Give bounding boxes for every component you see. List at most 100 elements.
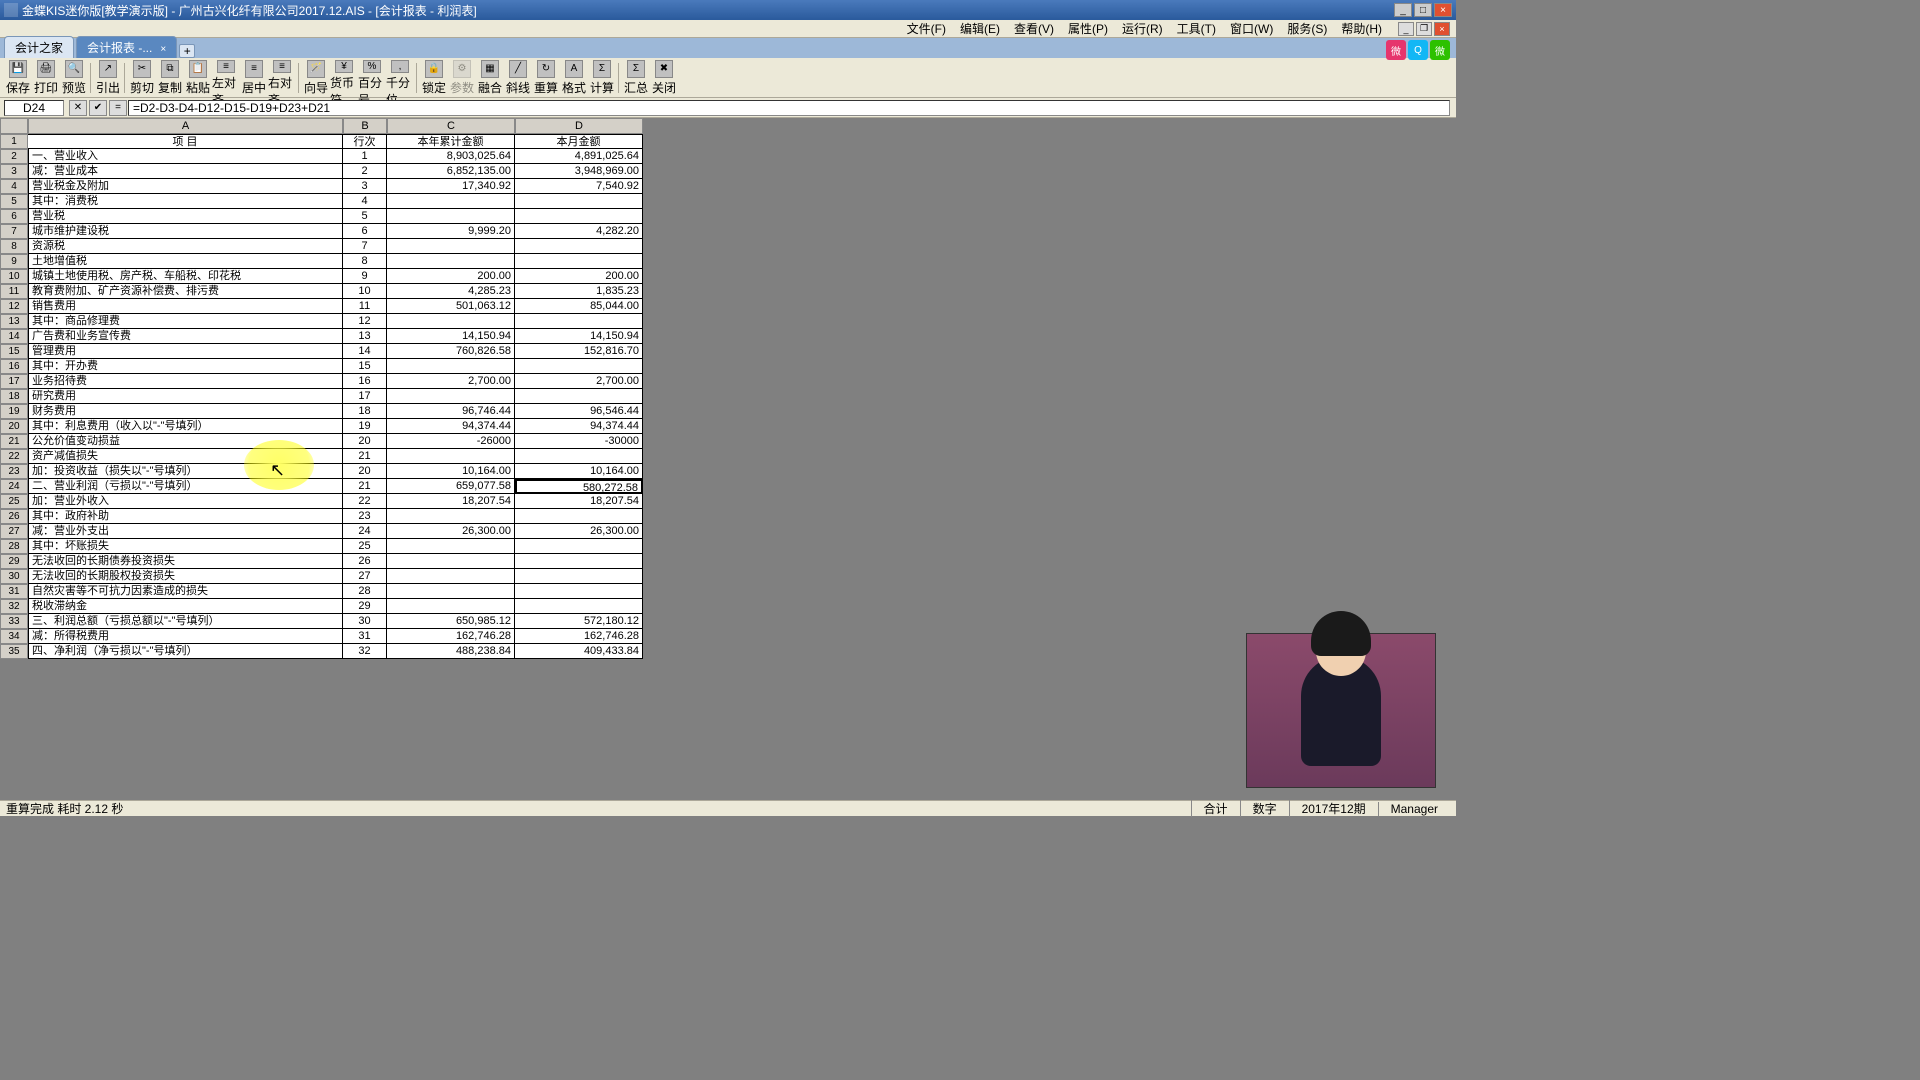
cell-mtd[interactable]: 3,948,969.00 [515, 164, 643, 179]
cell-line[interactable]: 1 [343, 149, 387, 164]
cell-item[interactable]: 广告费和业务宣传费 [28, 329, 343, 344]
copy-button[interactable]: ⧉复制 [156, 60, 184, 96]
header-item[interactable]: 项 目 [28, 134, 343, 149]
paste-button[interactable]: 📋粘贴 [184, 60, 212, 96]
cell-line[interactable]: 18 [343, 404, 387, 419]
menu-edit[interactable]: 编辑(E) [954, 20, 1006, 37]
new-tab-button[interactable]: + [179, 44, 195, 58]
cell-ytd[interactable] [387, 449, 515, 464]
cell-mtd[interactable]: -30000 [515, 434, 643, 449]
cell-line[interactable]: 30 [343, 614, 387, 629]
cell-mtd[interactable] [515, 314, 643, 329]
menu-file[interactable]: 文件(F) [901, 20, 952, 37]
cell-mtd[interactable]: 572,180.12 [515, 614, 643, 629]
row-header[interactable]: 21 [0, 434, 28, 449]
cell-item[interactable]: 三、利润总额（亏损总额以"-"号填列） [28, 614, 343, 629]
row-header[interactable]: 27 [0, 524, 28, 539]
cell-mtd[interactable]: 96,546.44 [515, 404, 643, 419]
cell-line[interactable]: 10 [343, 284, 387, 299]
cell-line[interactable]: 13 [343, 329, 387, 344]
cell-ytd[interactable]: 10,164.00 [387, 464, 515, 479]
formula-fx-button[interactable]: = [109, 100, 127, 116]
tab-home[interactable]: 会计之家 [4, 36, 74, 58]
cell-line[interactable]: 6 [343, 224, 387, 239]
cell-item[interactable]: 一、营业收入 [28, 149, 343, 164]
cell-line[interactable]: 17 [343, 389, 387, 404]
cell-item[interactable]: 其中：坏账损失 [28, 539, 343, 554]
cell-mtd[interactable]: 162,746.28 [515, 629, 643, 644]
cell-item[interactable]: 税收滞纳金 [28, 599, 343, 614]
wechat-icon[interactable]: 微 [1430, 40, 1450, 60]
cell-line[interactable]: 31 [343, 629, 387, 644]
cell-line[interactable]: 8 [343, 254, 387, 269]
row-header[interactable]: 23 [0, 464, 28, 479]
row-header[interactable]: 35 [0, 644, 28, 659]
row-header[interactable]: 7 [0, 224, 28, 239]
cell-ytd[interactable] [387, 389, 515, 404]
export-button[interactable]: ↗引出 [94, 60, 122, 96]
row-header[interactable]: 31 [0, 584, 28, 599]
format-button[interactable]: A格式 [560, 60, 588, 96]
formula-cancel-button[interactable]: ✕ [69, 100, 87, 116]
menu-help[interactable]: 帮助(H) [1335, 20, 1388, 37]
cell-line[interactable]: 26 [343, 554, 387, 569]
cell-ytd[interactable] [387, 599, 515, 614]
cell-ytd[interactable] [387, 239, 515, 254]
cell-item[interactable]: 营业税金及附加 [28, 179, 343, 194]
row-header[interactable]: 13 [0, 314, 28, 329]
cell-line[interactable]: 19 [343, 419, 387, 434]
cell-ytd[interactable] [387, 569, 515, 584]
row-header[interactable]: 25 [0, 494, 28, 509]
cell-line[interactable]: 11 [343, 299, 387, 314]
cell-item[interactable]: 资源税 [28, 239, 343, 254]
row-header[interactable]: 20 [0, 419, 28, 434]
cell-ytd[interactable]: 14,150.94 [387, 329, 515, 344]
cell-mtd[interactable] [515, 389, 643, 404]
cell-mtd[interactable]: 4,891,025.64 [515, 149, 643, 164]
cell-reference[interactable]: D24 [4, 100, 64, 116]
cell-mtd[interactable]: 94,374.44 [515, 419, 643, 434]
cell-line[interactable]: 14 [343, 344, 387, 359]
cell-ytd[interactable]: 659,077.58 [387, 479, 515, 494]
row-header[interactable]: 16 [0, 359, 28, 374]
cell-item[interactable]: 其中：利息费用（收入以"-"号填列） [28, 419, 343, 434]
cell-ytd[interactable]: 162,746.28 [387, 629, 515, 644]
row-header[interactable]: 4 [0, 179, 28, 194]
cell-ytd[interactable]: 17,340.92 [387, 179, 515, 194]
cell-ytd[interactable]: 96,746.44 [387, 404, 515, 419]
row-header[interactable]: 3 [0, 164, 28, 179]
row-header[interactable]: 14 [0, 329, 28, 344]
cell-ytd[interactable] [387, 584, 515, 599]
print-button[interactable]: 🖨打印 [32, 60, 60, 96]
cell-item[interactable]: 教育费附加、矿产资源补偿费、排污费 [28, 284, 343, 299]
cell-mtd[interactable]: 26,300.00 [515, 524, 643, 539]
cell-ytd[interactable] [387, 254, 515, 269]
cell-item[interactable]: 四、净利润（净亏损以"-"号填列） [28, 644, 343, 659]
cell-mtd[interactable]: 409,433.84 [515, 644, 643, 659]
row-header[interactable]: 9 [0, 254, 28, 269]
cell-mtd[interactable] [515, 209, 643, 224]
cell-mtd[interactable] [515, 554, 643, 569]
cell-mtd[interactable] [515, 194, 643, 209]
row-header[interactable]: 17 [0, 374, 28, 389]
cell-item[interactable]: 城镇土地使用税、房产税、车船税、印花税 [28, 269, 343, 284]
cell-mtd[interactable]: 1,835.23 [515, 284, 643, 299]
cell-ytd[interactable]: 8,903,025.64 [387, 149, 515, 164]
cell-line[interactable]: 15 [343, 359, 387, 374]
row-header[interactable]: 11 [0, 284, 28, 299]
cell-line[interactable]: 3 [343, 179, 387, 194]
cell-line[interactable]: 25 [343, 539, 387, 554]
cell-line[interactable]: 24 [343, 524, 387, 539]
cell-ytd[interactable]: 650,985.12 [387, 614, 515, 629]
cell-ytd[interactable]: 200.00 [387, 269, 515, 284]
row-header[interactable]: 30 [0, 569, 28, 584]
cell-ytd[interactable]: 488,238.84 [387, 644, 515, 659]
menu-service[interactable]: 服务(S) [1281, 20, 1333, 37]
align-right-button[interactable]: ≡右对齐 [268, 60, 296, 96]
col-header-a[interactable]: A [28, 118, 343, 134]
cell-mtd[interactable]: 4,282.20 [515, 224, 643, 239]
sum-button[interactable]: Σ汇总 [622, 60, 650, 96]
header-mtd[interactable]: 本月金额 [515, 134, 643, 149]
cell-line[interactable]: 32 [343, 644, 387, 659]
spreadsheet[interactable]: A B C D 1 项 目 行次 本年累计金额 本月金额 2一、营业收入18,9… [0, 118, 643, 659]
